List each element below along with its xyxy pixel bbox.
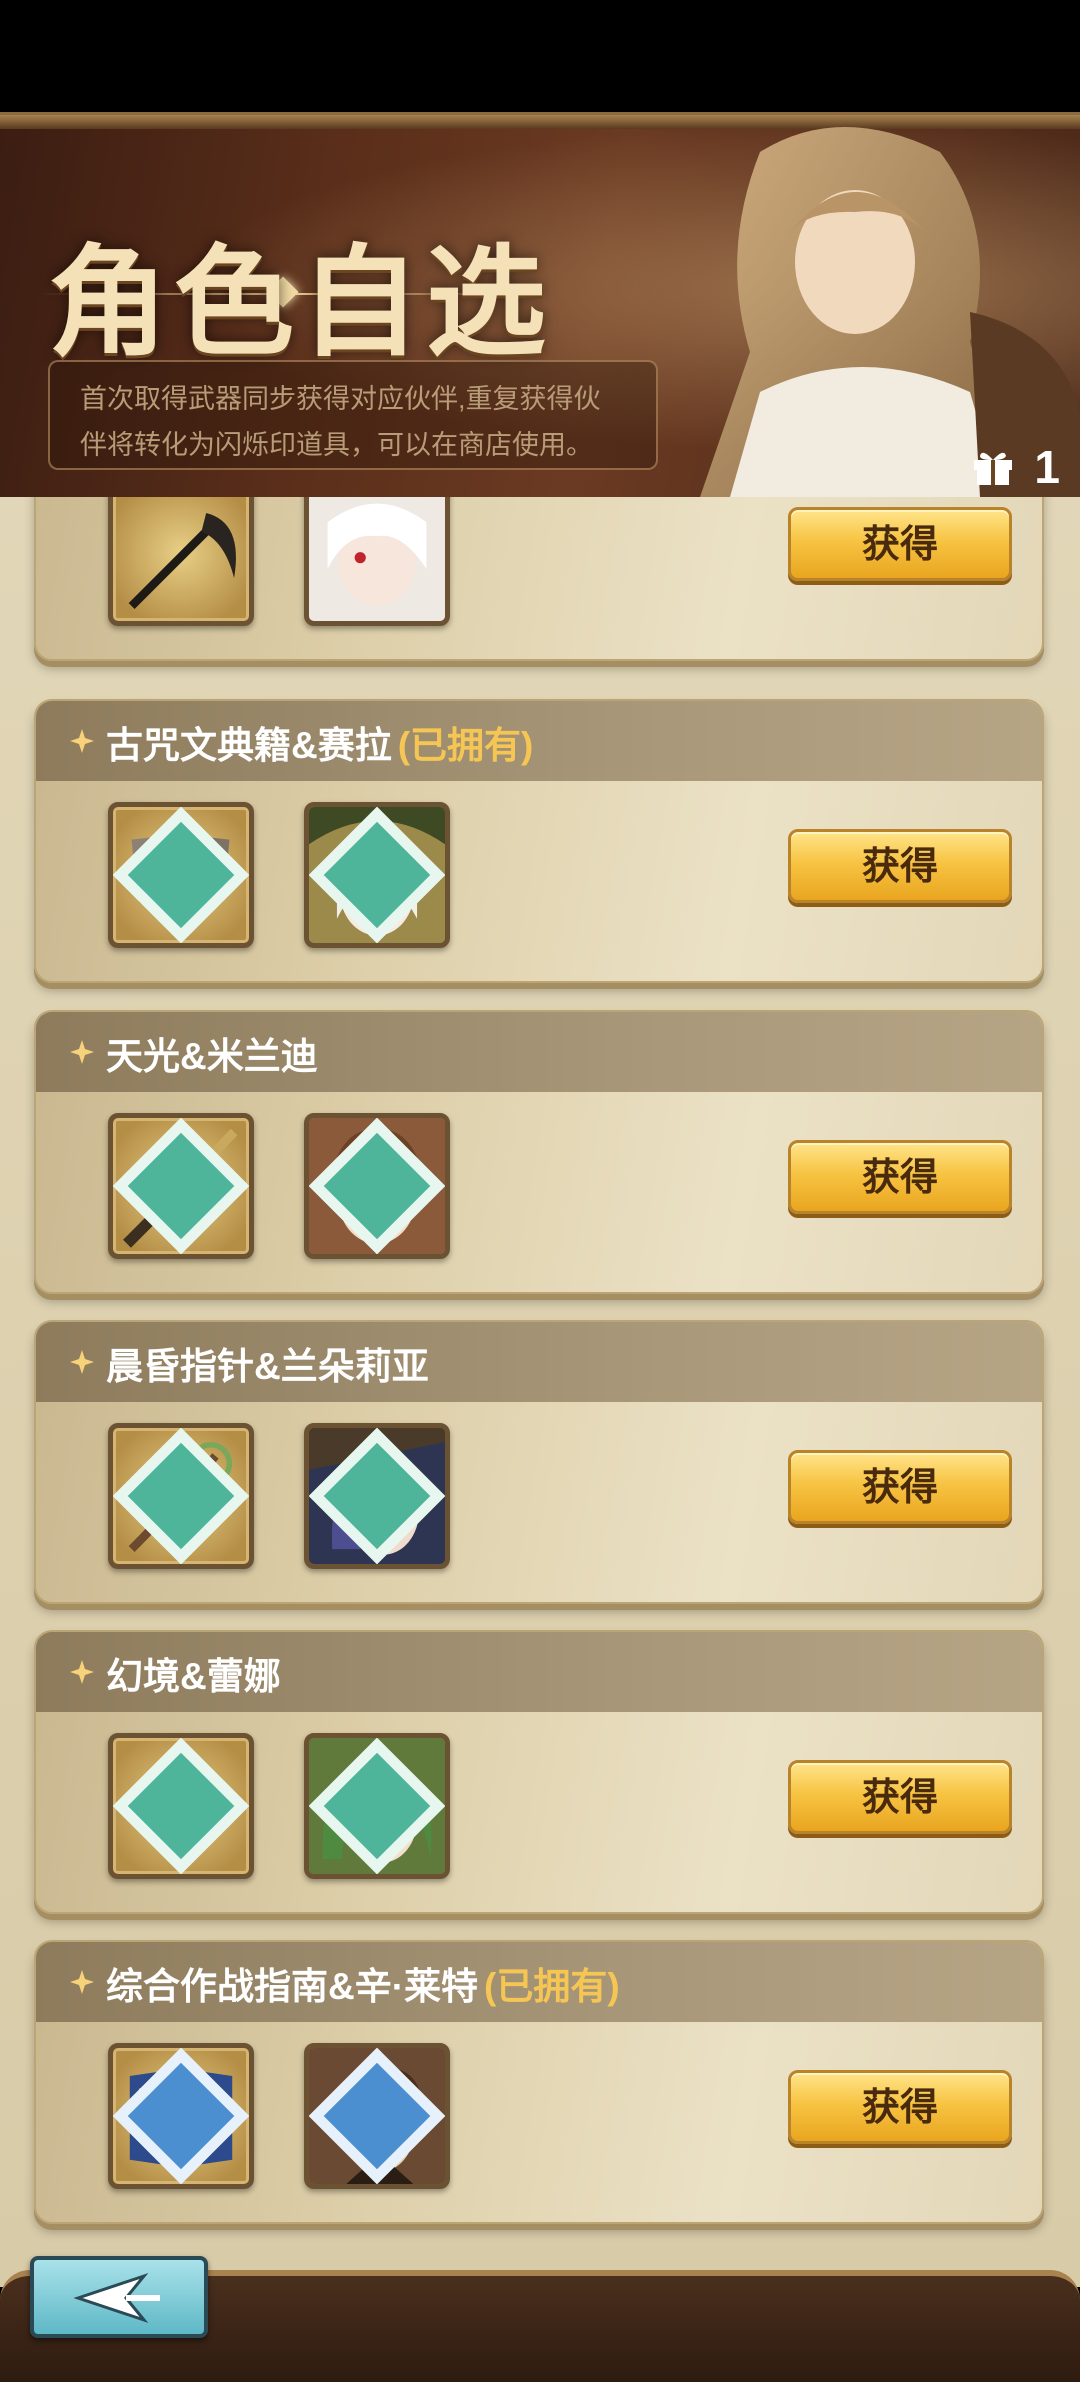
rarity-gem-icon [309, 1738, 445, 1874]
card-title: 幻境&蕾娜 [106, 1646, 287, 1700]
rarity-gem-icon [113, 1118, 249, 1254]
card-title: 天光&米兰迪 [106, 1026, 324, 1080]
weapon-slot[interactable] [108, 2043, 254, 2189]
rarity-gem-icon [309, 1428, 445, 1564]
card-title-text: 综合作战指南&辛·莱特 [106, 1966, 479, 2007]
card-title-text: 晨昏指针&兰朵莉亚 [106, 1346, 429, 1387]
rarity-gem-icon [309, 807, 445, 943]
card-header: 晨昏指针&兰朵莉亚 [36, 1322, 1042, 1402]
banner-title: 角色自选 [48, 232, 552, 373]
card-title-text: 天光&米兰迪 [106, 1036, 318, 1077]
claim-button[interactable]: 获得 [788, 1760, 1012, 1834]
partner-card: 综合作战指南&辛·莱特 (已拥有) 获得 [34, 1940, 1044, 2224]
claim-button[interactable]: 获得 [788, 829, 1012, 903]
card-title: 综合作战指南&辛·莱特 (已拥有) [106, 1956, 620, 2010]
card-title-text: 幻境&蕾娜 [106, 1656, 281, 1697]
partner-card: 古咒文典籍&赛拉 (已拥有) 获得 [34, 699, 1044, 983]
card-header: 天光&米兰迪 [36, 1012, 1042, 1092]
star-icon [70, 1040, 94, 1064]
partner-card: 获得 [34, 497, 1044, 661]
partner-portrait[interactable] [304, 1733, 450, 1879]
card-header: 古咒文典籍&赛拉 (已拥有) [36, 701, 1042, 781]
partner-portrait[interactable] [304, 802, 450, 948]
star-icon [70, 1350, 94, 1374]
gift-count: 1 [1034, 441, 1060, 493]
scythe-weapon-icon [128, 512, 236, 610]
card-header: 幻境&蕾娜 [36, 1632, 1042, 1712]
rarity-gem-icon [113, 807, 249, 943]
card-header: 综合作战指南&辛·莱特 (已拥有) [36, 1942, 1042, 2022]
rarity-gem-icon [309, 2048, 445, 2184]
partner-portrait[interactable] [304, 2043, 450, 2189]
claim-button[interactable]: 获得 [788, 1140, 1012, 1214]
rarity-gem-icon [113, 2048, 249, 2184]
rarity-gem-icon [309, 1118, 445, 1254]
banner-description: 首次取得武器同步获得对应伙伴,重复获得伙伴将转化为闪烁印道具，可以在商店使用。 [48, 360, 658, 470]
back-button[interactable] [30, 2256, 208, 2338]
owned-tag: (已拥有) [484, 1966, 620, 2007]
rarity-gem-icon [113, 1738, 249, 1874]
weapon-slot[interactable] [108, 1733, 254, 1879]
partner-card: 晨昏指针&兰朵莉亚 获得 [34, 1320, 1044, 1604]
claim-button[interactable]: 获得 [788, 1450, 1012, 1524]
gift-counter[interactable]: 1 [972, 440, 1060, 494]
rarity-gem-icon [113, 1428, 249, 1564]
star-icon [70, 729, 94, 753]
weapon-slot[interactable] [108, 497, 254, 626]
card-title: 古咒文典籍&赛拉 (已拥有) [106, 715, 533, 769]
partner-list[interactable]: 获得 古咒文典籍&赛拉 (已拥有) 获得 天光&米兰迪 获得 晨昏指针&兰朵莉亚… [0, 497, 1080, 2287]
claim-button[interactable]: 获得 [788, 2070, 1012, 2144]
weapon-slot[interactable] [108, 1113, 254, 1259]
partner-portrait[interactable] [304, 1113, 450, 1259]
partner-card: 幻境&蕾娜 获得 [34, 1630, 1044, 1914]
claim-button[interactable]: 获得 [788, 507, 1012, 581]
partner-card: 天光&米兰迪 获得 [34, 1010, 1044, 1294]
status-bar [0, 0, 1080, 112]
gift-icon [974, 452, 1013, 485]
back-arrow-icon [74, 2272, 160, 2324]
white-hair-portrait-icon [309, 497, 445, 621]
partner-portrait[interactable] [304, 1423, 450, 1569]
weapon-slot[interactable] [108, 1423, 254, 1569]
star-icon [70, 1970, 94, 1994]
card-title: 晨昏指针&兰朵莉亚 [106, 1336, 435, 1390]
owned-tag: (已拥有) [397, 725, 534, 766]
card-title-text: 古咒文典籍&赛拉 [106, 725, 392, 766]
partner-portrait[interactable] [304, 497, 450, 626]
star-icon [70, 1660, 94, 1684]
weapon-slot[interactable] [108, 802, 254, 948]
